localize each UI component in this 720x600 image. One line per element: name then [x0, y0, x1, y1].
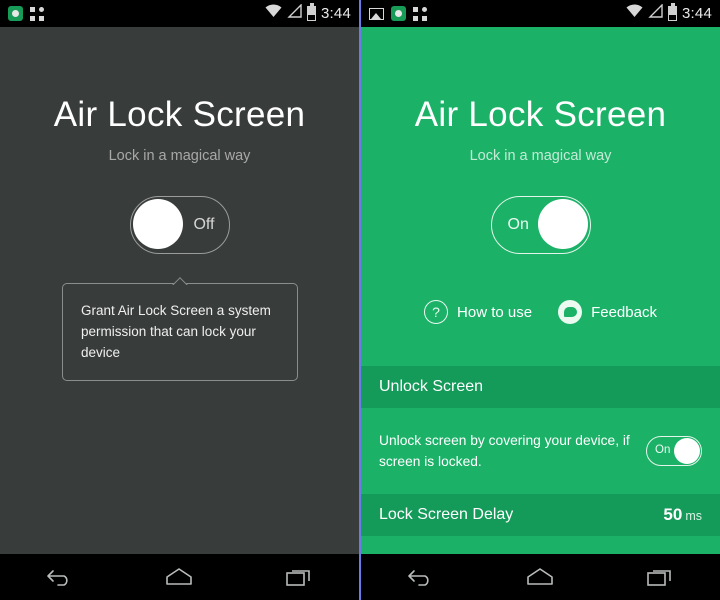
master-toggle-off[interactable]: Off: [129, 196, 230, 254]
permission-tooltip: Grant Air Lock Screen a system permissio…: [62, 283, 298, 381]
how-to-use-link[interactable]: ? How to use: [424, 300, 532, 324]
page-title: Air Lock Screen: [414, 95, 667, 134]
recents-button[interactable]: [272, 559, 326, 595]
right-status-bar: 3:44: [361, 0, 720, 27]
unlock-screen-setting-row[interactable]: Unlock screen by covering your device, i…: [361, 408, 720, 494]
toggle-knob: [674, 438, 700, 464]
page-subtitle: Lock in a magical way: [108, 148, 251, 164]
page-subtitle: Lock in a magical way: [469, 148, 612, 164]
status-bar-system-icons: 3:44: [265, 0, 351, 27]
delay-number: 50: [663, 505, 683, 524]
wifi-icon: [265, 4, 282, 23]
battery-icon: [668, 3, 677, 21]
right-phone-screen: 3:44 Air Lock Screen Lock in a magical w…: [361, 0, 720, 600]
toggle-knob: [132, 199, 183, 249]
status-bar-system-icons: 3:44: [626, 0, 712, 27]
signal-icon: [648, 3, 663, 23]
unlock-screen-toggle[interactable]: On: [646, 436, 702, 466]
signal-icon: [287, 3, 302, 23]
tooltip-text: Grant Air Lock Screen a system permissio…: [81, 303, 271, 360]
section-title: Lock Screen Delay: [379, 506, 514, 523]
feedback-link[interactable]: Feedback: [558, 300, 657, 324]
app-circle-icon: [391, 6, 406, 21]
section-title: Unlock Screen: [379, 378, 484, 395]
section-header-unlock-screen: Unlock Screen: [361, 366, 720, 408]
apps-grid-icon: [413, 6, 427, 21]
app-circle-icon: [8, 6, 23, 21]
page-title: Air Lock Screen: [53, 95, 306, 134]
delay-unit: ms: [685, 509, 702, 523]
status-bar-clock: 3:44: [321, 5, 351, 22]
apps-grid-icon: [30, 6, 44, 21]
home-button[interactable]: [152, 559, 206, 595]
feedback-label: Feedback: [591, 303, 657, 321]
status-bar-notification-icons: [369, 6, 427, 21]
toggle-state-label: Off: [193, 216, 215, 233]
section-header-lock-screen-delay[interactable]: Lock Screen Delay 50 ms: [361, 494, 720, 536]
master-toggle-on[interactable]: On: [490, 196, 591, 254]
battery-icon: [307, 3, 316, 21]
status-bar-notification-icons: [8, 6, 44, 21]
home-button[interactable]: [513, 559, 567, 595]
unlock-screen-description: Unlock screen by covering your device, i…: [379, 433, 630, 469]
recents-button[interactable]: [633, 559, 687, 595]
master-toggle-container: Off: [0, 196, 359, 254]
toggle-state-label: On: [655, 444, 671, 456]
how-to-use-label: How to use: [457, 303, 533, 321]
toggle-knob: [537, 199, 588, 249]
left-navigation-bar: [0, 554, 359, 600]
chat-bubble-icon: [558, 300, 583, 324]
toggle-state-label: On: [507, 216, 529, 233]
left-phone-screen: 3:44 Air Lock Screen Lock in a magical w…: [0, 0, 359, 600]
left-status-bar: 3:44: [0, 0, 359, 27]
right-navigation-bar: [361, 554, 720, 600]
quick-links-row: ? How to use Feedback: [361, 300, 720, 324]
back-button[interactable]: [33, 559, 87, 595]
wifi-icon: [626, 4, 643, 23]
dual-screenshot-container: 3:44 Air Lock Screen Lock in a magical w…: [0, 0, 720, 600]
photo-icon: [369, 7, 384, 20]
lock-screen-delay-value: 50 ms: [663, 505, 702, 525]
master-toggle-container: On: [361, 196, 720, 254]
back-button[interactable]: [394, 559, 448, 595]
question-mark-icon: ?: [424, 300, 449, 324]
tooltip-arrow-icon: [171, 276, 189, 285]
status-bar-clock: 3:44: [682, 5, 712, 22]
